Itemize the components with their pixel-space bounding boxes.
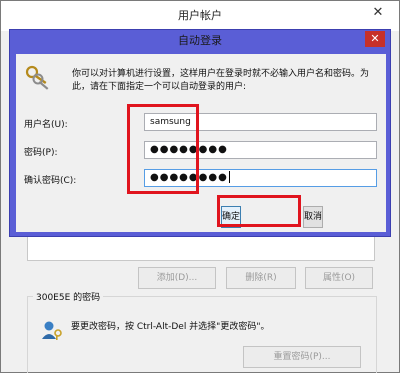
username-label: 用户名(U): — [24, 120, 68, 130]
window-title: 用户帐户 — [1, 1, 399, 31]
dialog-body: 你可以对计算机进行设置，这样用户在登录时就不必输入用户名和密码。为此，请在下面指… — [16, 54, 386, 232]
change-password-hint: 要更改密码，按 Ctrl-Alt-Del 并选择"更改密码"。 — [71, 322, 270, 332]
add-user-button[interactable]: 添加(D)... — [138, 267, 216, 289]
reset-password-button[interactable]: 重置密码(P)... — [243, 346, 361, 368]
user-key-icon — [42, 321, 62, 340]
password-group-title: 300E5E 的密码 — [33, 290, 104, 303]
window-close-button[interactable]: ✕ — [365, 1, 391, 25]
text-caret — [228, 171, 230, 183]
dialog-title: 自动登录 — [178, 34, 222, 47]
confirm-password-label: 确认密码(C): — [24, 176, 77, 186]
keys-icon — [25, 65, 49, 90]
auto-login-dialog: 自动登录 ✕ 你可以对计算机进行设置，这样用户在登录时就不必输入用户名和密码。为… — [9, 29, 391, 237]
cancel-button[interactable]: 取消 — [303, 206, 324, 228]
password-label: 密码(P): — [24, 148, 58, 158]
cancel-button-label: 取消 — [304, 212, 323, 222]
ok-highlight-box — [217, 195, 301, 227]
properties-button[interactable]: 属性(O) — [305, 267, 373, 289]
dialog-description: 你可以对计算机进行设置，这样用户在登录时就不必输入用户名和密码。为此，请在下面指… — [72, 69, 370, 92]
remove-user-button[interactable]: 删除(R) — [226, 267, 296, 289]
dialog-close-button[interactable]: ✕ — [365, 31, 385, 47]
fields-highlight-box — [127, 104, 199, 194]
